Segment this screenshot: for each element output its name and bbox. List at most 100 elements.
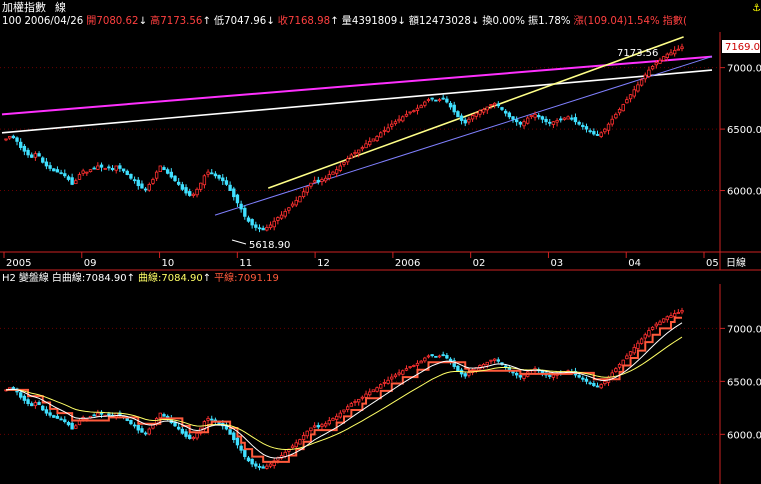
candle-body [140, 183, 144, 189]
candle-body [338, 412, 343, 418]
candle-body [221, 177, 225, 182]
candle-body [232, 432, 236, 441]
candle-body [522, 374, 526, 379]
candle-body [430, 97, 434, 100]
candle-body [96, 412, 100, 417]
candle-body [658, 321, 662, 326]
candle-body [404, 113, 409, 117]
candle-body [401, 370, 405, 375]
candle-body [246, 217, 251, 222]
candle-body [118, 165, 122, 169]
candle-body [140, 428, 144, 433]
candle-body [481, 109, 486, 113]
candle-body [606, 123, 611, 131]
candle-body [147, 428, 151, 435]
candle-body [279, 214, 284, 219]
candle-body [672, 313, 677, 317]
header-field: 變盤線 [19, 271, 49, 284]
candle-body [246, 457, 251, 462]
candle-body [121, 168, 126, 172]
candle-body [445, 98, 449, 103]
candle-body [643, 74, 647, 80]
candle-body [603, 380, 607, 385]
candle-body [33, 402, 38, 407]
candle-body [371, 389, 376, 393]
candle-body [636, 342, 640, 349]
candle-body [397, 118, 401, 122]
header-field: 100 [2, 16, 21, 27]
candle-body [81, 170, 85, 174]
candle-body [581, 124, 585, 128]
candle-body [503, 110, 508, 114]
candle-body [650, 326, 655, 330]
candle-body [228, 429, 232, 435]
candle-body [66, 176, 71, 180]
candle-body [165, 169, 170, 174]
candle-body [658, 59, 662, 64]
candle-body [195, 432, 199, 439]
candle-body [386, 127, 390, 132]
candle-body [92, 414, 96, 417]
candle-body [614, 368, 618, 373]
candle-body [419, 105, 423, 109]
candle-body [228, 184, 232, 191]
candle-body [647, 330, 651, 337]
candle-body [206, 418, 210, 421]
candle-body [661, 318, 666, 323]
candle-body [566, 116, 570, 120]
candle-body [11, 135, 16, 139]
candle-body [312, 425, 317, 428]
high-annotation: 7173.56 [617, 48, 658, 59]
candle-body [441, 354, 445, 357]
candle-body [26, 399, 30, 404]
candle-body [48, 412, 52, 416]
period-label: 線 [55, 0, 66, 14]
candle-body [195, 188, 199, 196]
candle-body [316, 425, 320, 428]
candle-body [621, 104, 625, 112]
candle-body [610, 118, 614, 125]
candle-body [143, 432, 148, 435]
candle-body [452, 104, 456, 113]
candle-body [661, 56, 666, 61]
candle-body [136, 179, 140, 187]
candle-body [44, 409, 49, 414]
candle-body [584, 378, 589, 382]
candle-body [99, 164, 104, 168]
candle-body [301, 434, 306, 440]
candle-body [456, 365, 460, 372]
candle-body [463, 373, 467, 377]
candle-body [184, 431, 188, 437]
candle-body [88, 169, 93, 173]
candle-body [448, 102, 453, 108]
candle-body [276, 217, 280, 221]
header-field: ↓ [266, 16, 275, 27]
candle-body [434, 99, 438, 102]
candle-body [680, 46, 684, 50]
candle-body [463, 119, 467, 124]
header-field: 收7168.98 [278, 14, 330, 27]
candle-body [70, 177, 74, 185]
candle-body [401, 116, 405, 122]
candle-body [665, 316, 669, 321]
candle-body [191, 437, 196, 440]
candle-body [364, 143, 368, 149]
candle-body [492, 102, 497, 106]
candle-body [544, 118, 548, 123]
candle-body [382, 129, 387, 132]
price-x-tick-label: 02 [473, 258, 486, 269]
candle-body [342, 409, 346, 413]
candle-body [371, 138, 376, 142]
candle-body [169, 171, 174, 178]
candle-body [379, 132, 383, 138]
candle-body [599, 384, 603, 389]
candle-body [573, 117, 578, 123]
candle-body [437, 355, 442, 358]
header-field: 振1.78% [528, 14, 571, 27]
header-field: 曲線:7084.90 [138, 271, 203, 284]
candle-body [617, 109, 622, 114]
candle-body [202, 175, 207, 186]
candle-body [496, 103, 500, 107]
candle-body [147, 184, 151, 191]
candle-body [239, 203, 243, 210]
